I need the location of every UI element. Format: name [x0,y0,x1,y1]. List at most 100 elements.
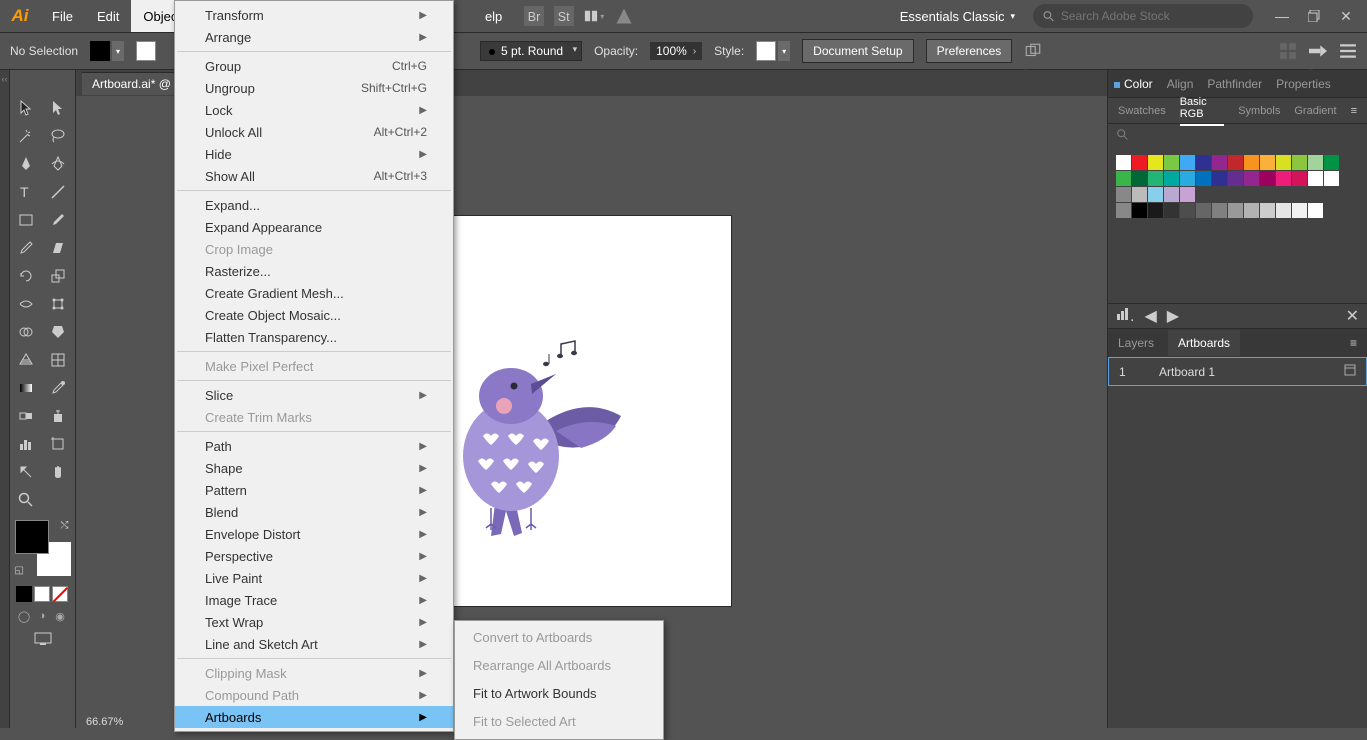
window-minimize-icon[interactable]: ― [1275,9,1289,23]
gpu-icon[interactable] [614,6,634,26]
color-swatch[interactable] [1244,203,1259,218]
color-swatch[interactable] [1276,155,1291,170]
workspace-switcher[interactable]: Essentials Classic▾ [890,9,1025,24]
color-swatch[interactable] [1324,155,1339,170]
color-swatch[interactable] [1196,171,1211,186]
color-swatch[interactable] [1196,155,1211,170]
screen-mode-button[interactable] [10,626,75,652]
stock-icon[interactable]: St [554,6,574,26]
align-options-icon[interactable]: ▾ [1024,42,1042,60]
panel-tab-color[interactable]: Color [1114,77,1153,91]
subtab-gradient[interactable]: Gradient [1294,105,1336,117]
menu-item-live-paint[interactable]: Live Paint▶ [175,567,453,589]
subtab-swatches[interactable]: Swatches [1118,105,1166,117]
menu-item-create-object-mosaic-[interactable]: Create Object Mosaic... [175,304,453,326]
menu-item-group[interactable]: GroupCtrl+G [175,55,453,77]
menu-item-expand-[interactable]: Expand... [175,194,453,216]
menu-item-lock[interactable]: Lock▶ [175,99,453,121]
perspective-grid-tool-icon[interactable] [10,346,42,374]
subtab-basic-rgb[interactable]: Basic RGB [1180,96,1224,126]
swatch-lib-icon[interactable]: . [1116,307,1134,326]
menu-item-envelope-distort[interactable]: Envelope Distort▶ [175,523,453,545]
menu-item-hide[interactable]: Hide▶ [175,143,453,165]
arrange-docs-icon[interactable]: ▾ [584,6,604,26]
color-swatch[interactable] [1212,171,1227,186]
fill-swatch-dropdown[interactable]: ▾ [90,41,124,61]
color-swatch[interactable] [1308,155,1323,170]
panel-tab-properties[interactable]: Properties [1276,77,1331,91]
menu-item-show-all[interactable]: Show AllAlt+Ctrl+3 [175,165,453,187]
color-swatch[interactable] [1164,171,1179,186]
line-tool-icon[interactable] [42,178,74,206]
mesh-tool-icon[interactable] [42,346,74,374]
color-swatch[interactable] [1164,187,1179,202]
hand-tool-icon[interactable] [42,458,74,486]
type-tool-icon[interactable]: T [10,178,42,206]
menu-item-shape[interactable]: Shape▶ [175,457,453,479]
menu-item-ungroup[interactable]: UngroupShift+Ctrl+G [175,77,453,99]
menu-item-create-gradient-mesh-[interactable]: Create Gradient Mesh... [175,282,453,304]
menu-item-perspective[interactable]: Perspective▶ [175,545,453,567]
search-adobe-stock[interactable] [1033,4,1253,28]
menu-item-unlock-all[interactable]: Unlock AllAlt+Ctrl+2 [175,121,453,143]
color-swatch[interactable] [1132,155,1147,170]
color-swatch[interactable] [1228,203,1243,218]
menu-item-path[interactable]: Path▶ [175,435,453,457]
panel-menu-icon[interactable] [1339,42,1357,60]
color-mode-color[interactable] [16,586,32,602]
artboard-options-icon[interactable] [1344,364,1356,379]
menu-item-expand-appearance[interactable]: Expand Appearance [175,216,453,238]
default-fill-stroke-icon[interactable]: ◱ [15,565,24,576]
color-swatch[interactable] [1212,203,1227,218]
menu-item-text-wrap[interactable]: Text Wrap▶ [175,611,453,633]
rotate-tool-icon[interactable] [10,262,42,290]
color-swatch[interactable] [1308,171,1323,186]
draw-inside-icon[interactable]: ◉ [52,608,68,624]
zoom-tool-icon[interactable] [10,486,42,514]
panel-menu-icon[interactable]: ≡ [1350,336,1357,350]
artboard-row[interactable]: 1 Artboard 1 [1108,357,1367,386]
lasso-tool-icon[interactable] [42,122,74,150]
color-swatch[interactable] [1180,187,1195,202]
swatch-folder-icon[interactable] [1116,203,1131,218]
draw-normal-icon[interactable]: ◯ [16,608,32,624]
panel-menu-icon[interactable]: ≡ [1351,105,1357,117]
selection-tool-icon[interactable] [10,94,42,122]
symbol-sprayer-tool-icon[interactable] [42,402,74,430]
color-swatch[interactable] [1196,203,1211,218]
draw-behind-icon[interactable]: ◑ [34,608,50,624]
swatch-search[interactable] [1108,124,1367,151]
rectangle-tool-icon[interactable] [10,206,42,234]
artboard-tool-icon[interactable] [42,430,74,458]
stroke-swatch-dropdown[interactable] [136,41,156,61]
opacity-input[interactable]: 100%› [650,42,702,60]
tab-layers[interactable]: Layers [1118,336,1154,350]
color-swatch[interactable] [1260,203,1275,218]
color-swatch[interactable] [1308,203,1323,218]
color-swatch[interactable] [1164,203,1179,218]
document-tab[interactable]: Artboard.ai* @ [82,72,181,95]
menu-file[interactable]: File [40,0,85,32]
color-swatch[interactable] [1324,171,1339,186]
color-swatch[interactable] [1148,187,1163,202]
window-close-icon[interactable]: ✕ [1339,9,1353,23]
snap-pixel-icon[interactable] [1279,42,1297,60]
menu-item-transform[interactable]: Transform▶ [175,4,453,26]
live-paint-tool-icon[interactable] [42,318,74,346]
swatch-folder-icon[interactable] [1116,187,1131,202]
pen-tool-icon[interactable] [10,150,42,178]
toolbox-collapse-strip[interactable]: ‹‹ [0,70,10,728]
color-swatch[interactable] [1276,203,1291,218]
style-dropdown[interactable]: ▾ [756,41,790,61]
gradient-tool-icon[interactable] [10,374,42,402]
color-swatch[interactable] [1148,203,1163,218]
slice-tool-icon[interactable] [10,458,42,486]
color-swatch[interactable] [1260,155,1275,170]
color-swatch[interactable] [1244,155,1259,170]
shape-builder-tool-icon[interactable] [10,318,42,346]
color-swatch[interactable] [1292,203,1307,218]
color-swatch[interactable] [1292,171,1307,186]
color-mode-gradient[interactable] [34,586,50,602]
direct-selection-tool-icon[interactable] [42,94,74,122]
color-swatch[interactable] [1148,155,1163,170]
